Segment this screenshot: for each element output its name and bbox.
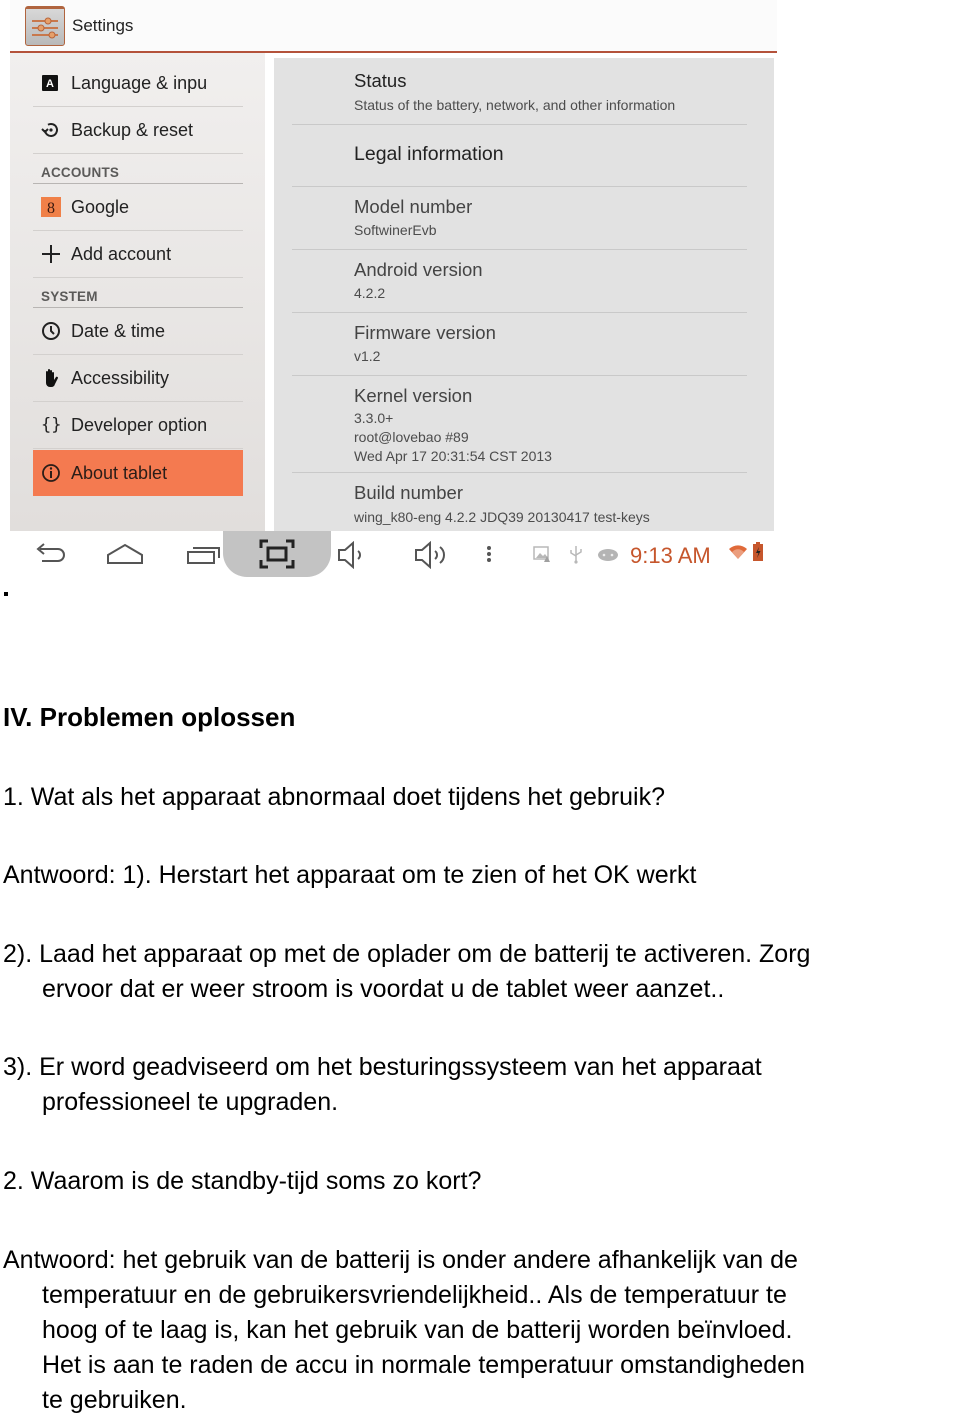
item-title: Status: [354, 70, 407, 91]
clock-icon: [33, 321, 71, 341]
menu-item-label: Backup & reset: [71, 119, 194, 140]
settings-menu-pane: A Language & inpu Backup & reset ACCOUNT…: [10, 53, 265, 531]
menu-button[interactable]: [484, 541, 494, 572]
menu-item-label: Developer option: [71, 414, 208, 435]
item-summary: Status of the battery, network, and othe…: [354, 97, 676, 113]
hand-icon: [33, 368, 71, 388]
section-heading: IV. Problemen oplossen: [3, 702, 296, 732]
usb-notification[interactable]: [569, 544, 583, 569]
item-summary: SoftwinerEvb: [354, 222, 437, 238]
overflow-menu-icon: [487, 546, 491, 562]
answer-line: 2). Laad het apparaat op met de oplader …: [3, 940, 811, 968]
back-icon: [36, 543, 65, 562]
answer-1-step-2: 2). Laad het apparaat op met de oplader …: [3, 937, 810, 1007]
answer-line: hoog of te laag is, kan het gebruik van …: [42, 1316, 793, 1344]
answer-line: professioneel te upgraden.: [42, 1088, 339, 1116]
item-title: Model number: [354, 196, 473, 217]
braces-icon: {}: [41, 415, 62, 435]
battery-status: [752, 542, 764, 567]
menu-item-label: Add account: [71, 243, 172, 264]
tablet-screenshot: Settings A Language & inpu Backup & rese…: [10, 0, 777, 578]
menu-item-backup-reset[interactable]: Backup & reset: [33, 107, 243, 154]
gallery-notification[interactable]: [533, 545, 551, 568]
settings-app-icon[interactable]: [25, 6, 65, 46]
language-icon: A: [33, 74, 71, 92]
item-title: Android version: [354, 259, 483, 280]
info-icon: [33, 463, 71, 483]
home-icon: [107, 543, 143, 564]
action-bar: Settings: [10, 0, 777, 53]
volume-up-button[interactable]: [414, 540, 450, 574]
about-item-firmware-version: Firmware version v1.2: [292, 313, 747, 376]
question-1: 1. Wat als het apparaat abnormaal doet t…: [3, 783, 665, 811]
menu-item-developer-options[interactable]: {} Developer option: [33, 402, 243, 449]
android-debug-icon: [598, 549, 618, 561]
backup-restore-icon: [33, 120, 71, 140]
recent-apps-button[interactable]: [186, 541, 222, 572]
volume-down-button[interactable]: [337, 540, 369, 574]
menu-item-label: Language & inpu: [71, 72, 208, 93]
answer-2: Antwoord: het gebruik van de batterij is…: [3, 1243, 805, 1418]
question-2: 2. Waarom is de standby-tijd soms zo kor…: [3, 1167, 482, 1195]
answer-line: 3). Er word geadviseerd om het besturing…: [3, 1053, 762, 1081]
item-summary: wing_k80-eng 4.2.2 JDQ39 20130417 test-k…: [354, 509, 650, 525]
item-summary: v1.2: [354, 348, 381, 364]
item-summary-line: 3.3.0+: [354, 410, 394, 426]
item-title: Legal information: [354, 143, 504, 165]
about-item-android-version[interactable]: Android version 4.2.2: [292, 250, 747, 313]
screenshot-button[interactable]: [259, 539, 295, 574]
answer-line: ervoor dat er weer stroom is voordat u d…: [42, 975, 725, 1003]
recent-apps-icon: [187, 547, 220, 564]
volume-up-icon: [415, 540, 445, 570]
answer-1-step-1: Antwoord: 1). Herstart het apparaat om t…: [3, 861, 697, 889]
status-clock[interactable]: 9:13 AM: [630, 543, 711, 569]
category-system: SYSTEM: [33, 278, 243, 308]
item-summary-line: Wed Apr 17 20:31:54 CST 2013: [354, 448, 552, 464]
about-tablet-pane: Status Status of the battery, network, a…: [274, 58, 774, 531]
answer-line: Antwoord: het gebruik van de batterij is…: [3, 1246, 798, 1274]
gallery-icon: [533, 546, 550, 562]
battery-charging-icon: [753, 542, 763, 561]
screenshot-icon: [259, 539, 295, 569]
about-item-status[interactable]: Status Status of the battery, network, a…: [292, 58, 747, 125]
item-title: Firmware version: [354, 322, 496, 343]
answer-line: te gebruiken.: [42, 1386, 187, 1414]
menu-item-accessibility[interactable]: Accessibility: [33, 355, 243, 402]
menu-item-language-input[interactable]: A Language & inpu: [33, 60, 243, 107]
item-title: Build number: [354, 482, 464, 503]
item-summary-line: root@lovebao #89: [354, 429, 469, 445]
debug-notification[interactable]: [597, 546, 619, 567]
answer-line: Het is aan te raden de accu in normale t…: [42, 1351, 805, 1379]
google-account-icon: 8: [33, 197, 71, 217]
svg-text:8: 8: [47, 200, 55, 217]
menu-item-label: Accessibility: [71, 367, 170, 388]
menu-item-label: Date & time: [71, 320, 166, 341]
menu-item-about-tablet[interactable]: About tablet: [33, 450, 243, 496]
back-button[interactable]: [32, 541, 66, 572]
answer-1-step-3: 3). Er word geadviseerd om het besturing…: [3, 1050, 762, 1120]
stray-period: [4, 592, 8, 596]
menu-item-label: Google: [71, 196, 130, 217]
menu-item-add-account[interactable]: Add account: [33, 231, 243, 278]
plus-icon: [33, 244, 71, 264]
system-navigation-bar: 9:13 AM: [10, 531, 777, 578]
about-item-legal-information[interactable]: Legal information: [292, 124, 747, 187]
answer-line: temperatuur en de gebruikersvriendelijkh…: [42, 1281, 787, 1309]
wifi-status: [728, 544, 748, 565]
volume-down-icon: [338, 540, 361, 570]
home-button[interactable]: [106, 541, 144, 572]
item-title: Kernel version: [354, 385, 473, 406]
menu-item-label: About tablet: [71, 462, 168, 483]
wifi-icon: [729, 545, 747, 559]
item-summary: 4.2.2: [354, 285, 386, 301]
app-title: Settings: [72, 16, 134, 35]
about-item-model-number: Model number SoftwinerEvb: [292, 187, 747, 250]
about-item-kernel-version: Kernel version 3.3.0+ root@lovebao #89 W…: [292, 376, 747, 473]
category-accounts: ACCOUNTS: [33, 154, 243, 184]
about-item-build-number[interactable]: Build number wing_k80-eng 4.2.2 JDQ39 20…: [292, 473, 747, 531]
menu-item-google[interactable]: 8 Google: [33, 184, 243, 231]
usb-icon: [570, 546, 582, 564]
menu-item-date-time[interactable]: Date & time: [33, 308, 243, 355]
svg-text:A: A: [46, 78, 54, 90]
